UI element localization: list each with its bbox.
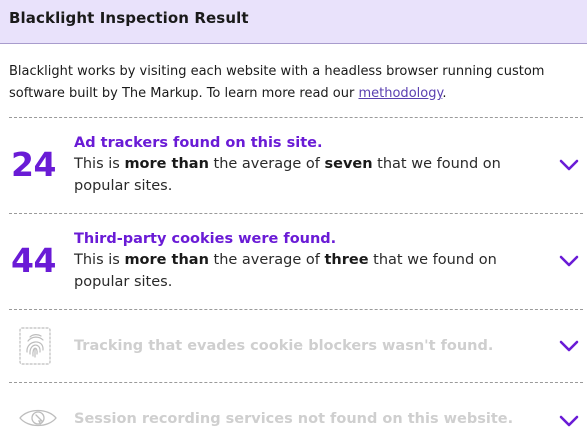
session-recording-title: Session recording services not found on … [74, 411, 514, 427]
cookies-description: This is more than the average of three t… [74, 252, 497, 290]
fingerprint-icon [19, 327, 51, 365]
ad-trackers-description: This is more than the average of seven t… [74, 156, 501, 194]
result-header: Blacklight Inspection Result [0, 0, 587, 44]
fingerprinting-row[interactable]: Tracking that evades cookie blockers was… [0, 310, 587, 382]
cookies-title: Third-party cookies were found. [74, 231, 337, 247]
header-title: Blacklight Inspection Result [9, 9, 249, 27]
chevron-down-icon[interactable] [558, 414, 580, 428]
third-party-cookies-row[interactable]: 44 Third-party cookies were found. This … [0, 214, 587, 309]
cookies-count: 44 [11, 241, 56, 280]
ad-trackers-count: 24 [11, 145, 56, 184]
intro-end: . [442, 86, 447, 101]
eye-icon [19, 409, 57, 427]
chevron-down-icon[interactable] [558, 254, 580, 268]
session-recording-row[interactable]: Session recording services not found on … [0, 383, 587, 436]
intro-paragraph: Blacklight works by visiting each websit… [9, 61, 549, 105]
ad-trackers-row[interactable]: 24 Ad trackers found on this site. This … [0, 118, 587, 213]
chevron-down-icon[interactable] [558, 158, 580, 172]
methodology-link[interactable]: methodology [358, 86, 442, 101]
chevron-down-icon[interactable] [558, 339, 580, 353]
fingerprinting-title: Tracking that evades cookie blockers was… [74, 338, 494, 354]
intro-text: Blacklight works by visiting each websit… [9, 64, 545, 101]
ad-trackers-title: Ad trackers found on this site. [74, 135, 323, 151]
